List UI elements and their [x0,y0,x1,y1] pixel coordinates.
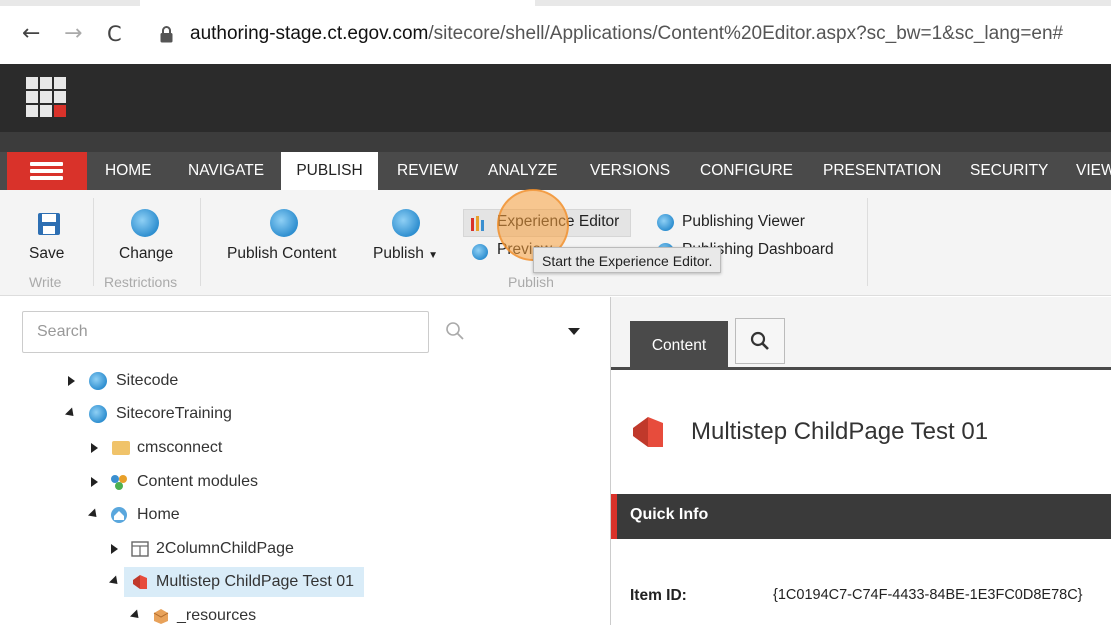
content-pane: Content Multistep ChildPage Test 01 Quic… [610,297,1111,625]
tab-analyze[interactable]: ANALYZE [488,152,558,190]
reload-icon[interactable]: C [107,20,122,48]
tab-configure[interactable]: CONFIGURE [700,152,793,190]
home-icon [111,507,127,523]
separator [200,198,201,286]
expand-arrow-icon[interactable] [91,443,98,453]
ribbon-tab-bar: HOME NAVIGATE PUBLISH REVIEW ANALYZE VER… [0,152,1111,190]
quick-info-section-header[interactable]: Quick Info [611,494,1111,539]
separator [93,198,94,286]
separator [867,198,868,286]
publish-content-button[interactable]: Publish Content [227,245,336,263]
tree-item-home[interactable]: Home [0,502,610,528]
save-button[interactable]: Save [29,245,64,263]
url-host: authoring-stage.ct.egov.com [190,23,429,44]
restrictions-group-label: Restrictions [104,274,178,290]
search-box [22,311,429,353]
tree-item-resources[interactable]: _resources [0,603,610,625]
tab-review[interactable]: REVIEW [397,152,458,190]
publish-group-label: Publish [508,274,554,290]
tooltip: Start the Experience Editor. [533,247,722,273]
tree-item-sitecode[interactable]: Sitecode [0,368,610,394]
quick-info-label: Quick Info [630,506,709,523]
search-dropdown-icon[interactable] [568,328,580,335]
expand-arrow-icon[interactable] [91,477,98,487]
publish-dropdown-button[interactable]: Publish ▼ [373,245,438,263]
experience-editor-icon[interactable] [470,214,488,231]
tree-item-cmsconnect[interactable]: cmsconnect [0,435,610,461]
expand-arrow-icon[interactable] [68,376,75,386]
tree-item-content-modules[interactable]: Content modules [0,469,610,495]
globe-icon [89,372,107,390]
chevron-down-icon: ▼ [428,250,439,261]
menu-icon[interactable] [7,152,87,190]
tab-security[interactable]: SECURITY [970,152,1048,190]
tab-publish[interactable]: PUBLISH [281,152,378,190]
content-search-button[interactable] [735,318,785,364]
save-icon[interactable] [37,212,61,236]
browser-tab[interactable] [140,0,535,6]
tab-navigate[interactable]: NAVIGATE [188,152,264,190]
item-title: Multistep ChildPage Test 01 [691,418,989,445]
tree-item-label: 2ColumnChildPage [156,540,294,557]
page-icon [131,541,149,557]
box-icon [153,609,169,624]
search-icon[interactable] [445,321,465,341]
sitecore-launchpad-icon[interactable] [26,77,68,119]
forward-icon[interactable]: → [64,20,82,48]
tab-content[interactable]: Content [630,321,728,370]
tree-item-sitecoretraining[interactable]: SitecoreTraining [0,401,610,427]
tree-item-label: Content modules [137,473,258,490]
sitecore-subheader [0,132,1111,152]
collapse-arrow-icon[interactable] [108,575,122,588]
sitecore-header [0,64,1111,132]
multistep-icon [633,417,663,447]
search-input[interactable] [23,312,428,352]
tree-item-label: Home [137,506,180,523]
address-bar[interactable]: authoring-stage.ct.egov.com/sitecore/she… [150,17,1105,53]
content-tree-pane: Sitecode SitecoreTraining cmsconnect Con… [0,297,610,625]
tree-item-label: Multistep ChildPage Test 01 [156,573,355,590]
item-id-value: {1C0194C7-C74F-4433-84BE-1E3FC0D8E78C} [773,587,1083,603]
expand-arrow-icon[interactable] [111,544,118,554]
publish-content-icon[interactable] [270,209,298,237]
tab-view[interactable]: VIEW [1076,152,1111,190]
tab-versions[interactable]: VERSIONS [590,152,670,190]
folder-icon [112,441,130,455]
item-id-label: Item ID: [630,587,687,604]
multistep-icon [133,575,147,589]
content-tab-strip: Content [611,297,1111,370]
change-restrictions-icon[interactable] [131,209,159,237]
tree-item-label: SitecoreTraining [116,405,232,422]
back-icon[interactable]: ← [22,20,40,48]
tab-home[interactable]: HOME [105,152,152,190]
tree-item-label: cmsconnect [137,439,223,456]
search-icon [750,331,769,350]
lock-icon [160,26,173,43]
change-button[interactable]: Change [119,245,173,263]
tree-item-label: Sitecode [116,372,179,389]
collapse-arrow-icon[interactable] [129,609,143,622]
browser-tab-strip [0,0,1111,6]
publishing-viewer-button[interactable]: Publishing Viewer [682,213,805,231]
tree-item-multistep-childpage[interactable]: Multistep ChildPage Test 01 [0,567,610,597]
preview-icon[interactable] [472,244,488,260]
tree-item-label: _resources [177,607,257,624]
write-group-label: Write [29,274,62,290]
url-path: /sitecore/shell/Applications/Content%20E… [428,23,1064,44]
publishing-viewer-icon[interactable] [657,214,674,231]
collapse-arrow-icon[interactable] [87,508,101,521]
tab-presentation[interactable]: PRESENTATION [823,152,941,190]
tree-item-2columnchildpage[interactable]: 2ColumnChildPage [0,536,610,562]
url-text: authoring-stage.ct.egov.com/sitecore/she… [190,23,1063,45]
publish-dropdown-label: Publish [373,245,424,262]
browser-toolbar: ← → C authoring-stage.ct.egov.com/siteco… [0,0,1111,64]
modules-icon [111,475,127,490]
collapse-arrow-icon[interactable] [64,407,78,420]
globe-icon [89,405,107,423]
publish-icon[interactable] [392,209,420,237]
